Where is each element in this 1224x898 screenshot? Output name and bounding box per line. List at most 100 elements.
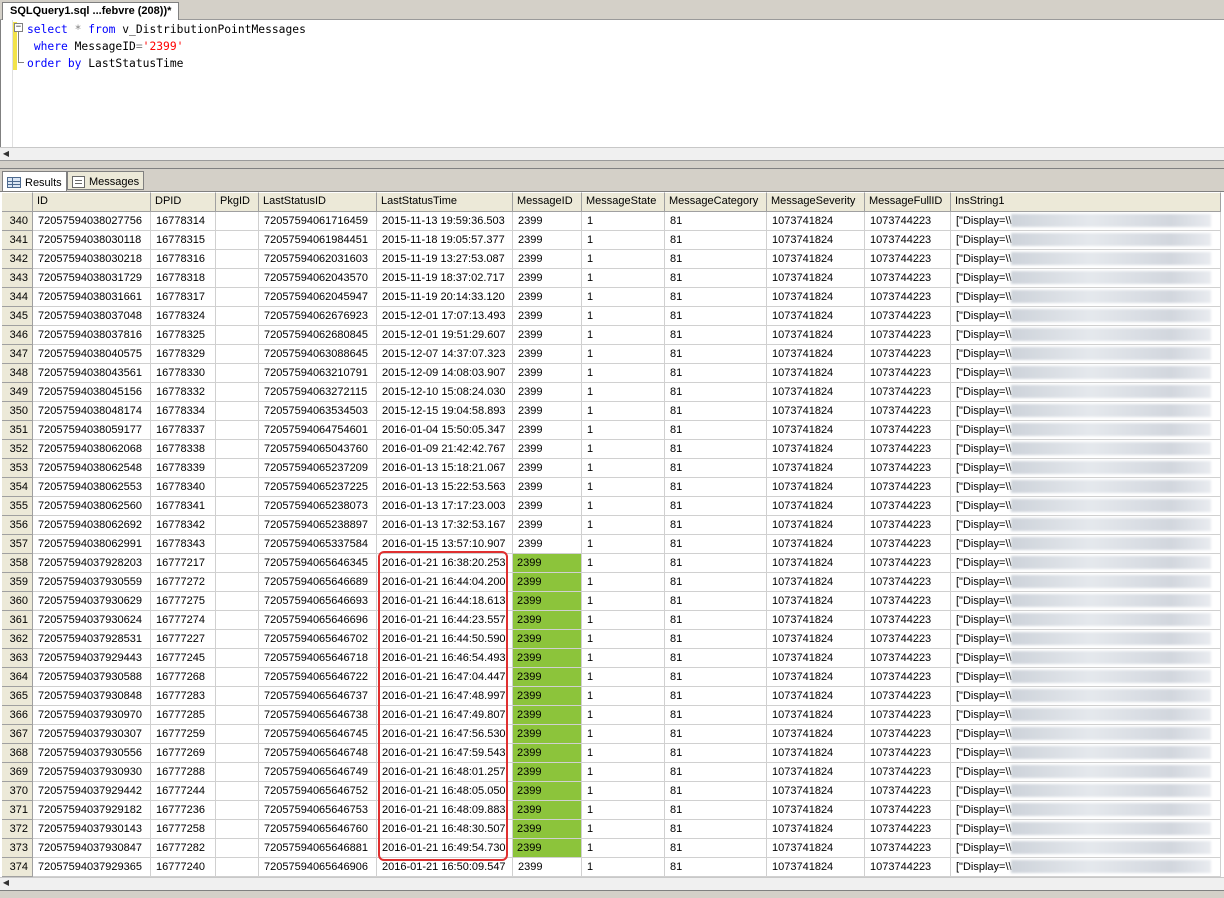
cell-last-status-id[interactable]: 72057594063088645	[259, 345, 377, 364]
cell-row-number[interactable]: 340	[2, 212, 33, 231]
cell-message-full-id[interactable]: 1073744223	[865, 383, 951, 402]
cell-ins-string1[interactable]: ["Display=\\	[951, 858, 1221, 877]
cell-message-full-id[interactable]: 1073744223	[865, 345, 951, 364]
cell-pkgid[interactable]	[216, 269, 259, 288]
column-header-message-severity[interactable]: MessageSeverity	[767, 192, 865, 212]
cell-dpid[interactable]: 16778325	[151, 326, 216, 345]
table-row[interactable]: 373 72057594037930847 16777282 720575940656…	[2, 839, 1224, 858]
cell-row-number[interactable]: 361	[2, 611, 33, 630]
cell-last-status-id[interactable]: 72057594065646693	[259, 592, 377, 611]
cell-last-status-time[interactable]: 2015-12-01 19:51:29.607	[377, 326, 513, 345]
cell-pkgid[interactable]	[216, 649, 259, 668]
cell-dpid[interactable]: 16778315	[151, 231, 216, 250]
cell-dpid[interactable]: 16777244	[151, 782, 216, 801]
cell-pkgid[interactable]	[216, 307, 259, 326]
cell-dpid[interactable]: 16777227	[151, 630, 216, 649]
cell-last-status-time[interactable]: 2016-01-21 16:44:50.590	[377, 630, 513, 649]
cell-dpid[interactable]: 16778316	[151, 250, 216, 269]
cell-dpid[interactable]: 16778340	[151, 478, 216, 497]
cell-row-number[interactable]: 348	[2, 364, 33, 383]
cell-message-severity[interactable]: 1073741824	[767, 573, 865, 592]
cell-message-category[interactable]: 81	[665, 839, 767, 858]
cell-id[interactable]: 72057594038045156	[33, 383, 151, 402]
column-header-message-id[interactable]: MessageID	[513, 192, 582, 212]
cell-last-status-time[interactable]: 2016-01-13 17:17:23.003	[377, 497, 513, 516]
cell-message-id[interactable]: 2399	[513, 364, 582, 383]
cell-last-status-time[interactable]: 2016-01-13 17:32:53.167	[377, 516, 513, 535]
cell-last-status-time[interactable]: 2016-01-21 16:44:04.200	[377, 573, 513, 592]
cell-id[interactable]: 72057594037930930	[33, 763, 151, 782]
table-row[interactable]: 343 72057594038031729 16778318 720575940620…	[2, 269, 1224, 288]
cell-message-category[interactable]: 81	[665, 288, 767, 307]
table-row[interactable]: 371 72057594037929182 16777236 720575940656…	[2, 801, 1224, 820]
cell-message-id[interactable]: 2399	[513, 516, 582, 535]
table-row[interactable]: 352 72057594038062068 16778338 720575940650…	[2, 440, 1224, 459]
cell-message-severity[interactable]: 1073741824	[767, 345, 865, 364]
cell-message-full-id[interactable]: 1073744223	[865, 554, 951, 573]
cell-message-state[interactable]: 1	[582, 516, 665, 535]
cell-ins-string1[interactable]: ["Display=\\	[951, 801, 1221, 820]
cell-row-number[interactable]: 368	[2, 744, 33, 763]
cell-message-state[interactable]: 1	[582, 820, 665, 839]
cell-message-full-id[interactable]: 1073744223	[865, 782, 951, 801]
cell-row-number[interactable]: 371	[2, 801, 33, 820]
cell-pkgid[interactable]	[216, 345, 259, 364]
table-row[interactable]: 363 72057594037929443 16777245 720575940656…	[2, 649, 1224, 668]
cell-ins-string1[interactable]: ["Display=\\	[951, 763, 1221, 782]
cell-dpid[interactable]: 16778318	[151, 269, 216, 288]
cell-message-state[interactable]: 1	[582, 269, 665, 288]
cell-message-full-id[interactable]: 1073744223	[865, 478, 951, 497]
cell-message-category[interactable]: 81	[665, 554, 767, 573]
cell-message-id[interactable]: 2399	[513, 421, 582, 440]
cell-message-full-id[interactable]: 1073744223	[865, 687, 951, 706]
cell-message-full-id[interactable]: 1073744223	[865, 725, 951, 744]
cell-last-status-id[interactable]: 72057594062676923	[259, 307, 377, 326]
cell-last-status-time[interactable]: 2016-01-13 15:18:21.067	[377, 459, 513, 478]
cell-pkgid[interactable]	[216, 459, 259, 478]
cell-id[interactable]: 72057594038062560	[33, 497, 151, 516]
cell-message-category[interactable]: 81	[665, 269, 767, 288]
cell-message-severity[interactable]: 1073741824	[767, 820, 865, 839]
cell-message-severity[interactable]: 1073741824	[767, 535, 865, 554]
cell-message-state[interactable]: 1	[582, 630, 665, 649]
cell-message-severity[interactable]: 1073741824	[767, 421, 865, 440]
cell-row-number[interactable]: 351	[2, 421, 33, 440]
cell-id[interactable]: 72057594038062692	[33, 516, 151, 535]
table-row[interactable]: 348 72057594038043561 16778330 720575940632…	[2, 364, 1224, 383]
cell-message-severity[interactable]: 1073741824	[767, 288, 865, 307]
cell-message-category[interactable]: 81	[665, 212, 767, 231]
cell-last-status-time[interactable]: 2016-01-21 16:47:59.543	[377, 744, 513, 763]
cell-row-number[interactable]: 342	[2, 250, 33, 269]
cell-message-full-id[interactable]: 1073744223	[865, 231, 951, 250]
cell-last-status-time[interactable]: 2016-01-21 16:47:56.530	[377, 725, 513, 744]
cell-message-severity[interactable]: 1073741824	[767, 763, 865, 782]
cell-row-number[interactable]: 354	[2, 478, 33, 497]
cell-message-severity[interactable]: 1073741824	[767, 364, 865, 383]
cell-row-number[interactable]: 355	[2, 497, 33, 516]
cell-message-severity[interactable]: 1073741824	[767, 326, 865, 345]
cell-message-category[interactable]: 81	[665, 497, 767, 516]
cell-last-status-id[interactable]: 72057594065646345	[259, 554, 377, 573]
cell-ins-string1[interactable]: ["Display=\\	[951, 307, 1221, 326]
cell-message-state[interactable]: 1	[582, 478, 665, 497]
cell-row-number[interactable]: 347	[2, 345, 33, 364]
cell-dpid[interactable]: 16777272	[151, 573, 216, 592]
cell-ins-string1[interactable]: ["Display=\\	[951, 687, 1221, 706]
cell-message-state[interactable]: 1	[582, 763, 665, 782]
cell-pkgid[interactable]	[216, 231, 259, 250]
table-row[interactable]: 355 72057594038062560 16778341 720575940652…	[2, 497, 1224, 516]
cell-id[interactable]: 72057594037930847	[33, 839, 151, 858]
cell-last-status-time[interactable]: 2016-01-21 16:48:30.507	[377, 820, 513, 839]
cell-last-status-id[interactable]: 72057594061716459	[259, 212, 377, 231]
cell-ins-string1[interactable]: ["Display=\\	[951, 573, 1221, 592]
cell-dpid[interactable]: 16777217	[151, 554, 216, 573]
cell-message-state[interactable]: 1	[582, 744, 665, 763]
cell-dpid[interactable]: 16777259	[151, 725, 216, 744]
cell-row-number[interactable]: 363	[2, 649, 33, 668]
table-row[interactable]: 347 72057594038040575 16778329 720575940630…	[2, 345, 1224, 364]
cell-message-state[interactable]: 1	[582, 497, 665, 516]
cell-id[interactable]: 72057594037930143	[33, 820, 151, 839]
cell-pkgid[interactable]	[216, 402, 259, 421]
table-row[interactable]: 356 72057594038062692 16778342 720575940652…	[2, 516, 1224, 535]
collapse-toggle-icon[interactable]: −	[14, 23, 23, 32]
